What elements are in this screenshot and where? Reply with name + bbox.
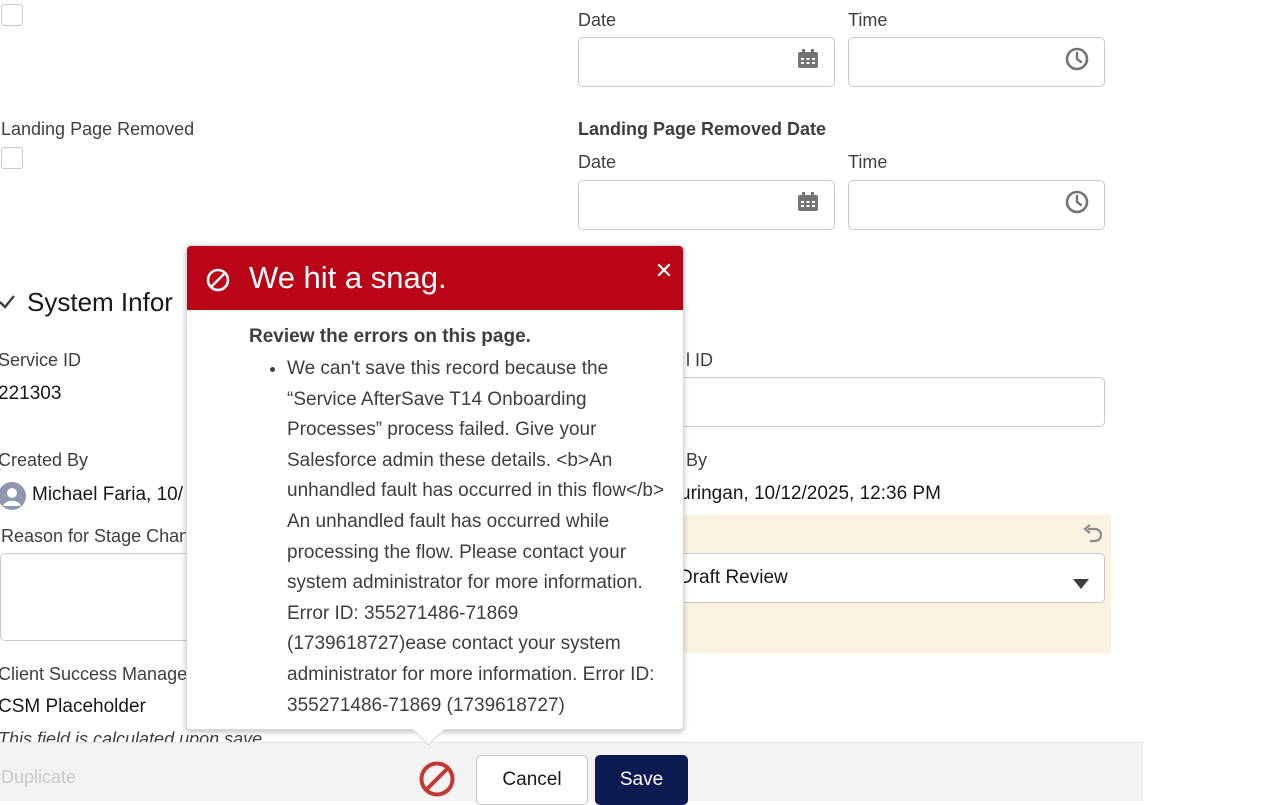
top-date-input[interactable]: [578, 37, 835, 87]
clock-icon[interactable]: [1065, 190, 1089, 220]
landing-page-removed-date-title: Landing Page Removed Date: [578, 119, 827, 139]
calendar-icon[interactable]: [797, 192, 819, 218]
error-popover: We hit a snag. ✕ Review the errors on th…: [186, 245, 684, 746]
error-icon[interactable]: [418, 760, 456, 804]
stage-select[interactable]: Draft Review: [660, 553, 1105, 603]
created-by-value[interactable]: Michael Faria, 10/: [32, 484, 183, 506]
save-button[interactable]: Save: [595, 755, 688, 805]
right-id-label: l ID: [686, 350, 713, 370]
modified-by-value[interactable]: uringan, 10/12/2025, 12:36 PM: [680, 483, 941, 505]
landing-date-label: Date: [578, 152, 617, 172]
error-icon: [205, 267, 231, 299]
csm-label: Client Success Manager: [0, 664, 194, 684]
created-by-label: Created By: [0, 450, 89, 470]
landing-date-input[interactable]: [578, 180, 835, 230]
reason-for-stage-change-textarea[interactable]: [0, 553, 200, 641]
error-popover-title: We hit a snag.: [249, 260, 447, 295]
reason-for-stage-change-label: Reason for Stage Chan: [1, 526, 190, 546]
right-id-input[interactable]: [660, 377, 1105, 427]
top-date-label: Date: [578, 10, 617, 30]
duplicate-label: Duplicate: [1, 767, 77, 787]
error-popover-heading: Review the errors on this page.: [249, 326, 531, 347]
landing-time-label: Time: [848, 152, 888, 172]
close-icon[interactable]: ✕: [653, 260, 675, 282]
cancel-button[interactable]: Cancel: [476, 755, 588, 805]
check-icon[interactable]: [0, 290, 16, 318]
calendar-icon[interactable]: [797, 49, 819, 75]
avatar: [0, 482, 26, 516]
service-id-value: 221303: [0, 383, 62, 404]
section-title-system-information[interactable]: System Infor: [27, 287, 173, 318]
stage-select-value: Draft Review: [679, 567, 788, 588]
top-time-label: Time: [848, 10, 888, 30]
top-checkbox[interactable]: [1, 4, 23, 26]
error-popover-body: Review the errors on this page. We can't…: [249, 326, 669, 721]
service-id-label: Service ID: [0, 350, 82, 370]
error-popover-header: We hit a snag. ✕: [187, 246, 683, 310]
chevron-down-icon[interactable]: [1072, 574, 1090, 596]
landing-time-input[interactable]: [848, 180, 1105, 230]
clock-icon[interactable]: [1065, 47, 1089, 77]
landing-page-removed-checkbox[interactable]: [1, 147, 23, 169]
landing-page-removed-label: Landing Page Removed: [1, 119, 195, 139]
modified-by-label: By: [686, 450, 708, 470]
undo-icon[interactable]: [1082, 523, 1104, 551]
error-list: We can't save this record because the “S…: [249, 354, 669, 721]
error-message: We can't save this record because the “S…: [287, 354, 669, 721]
top-time-input[interactable]: [848, 37, 1105, 87]
csm-value: CSM Placeholder: [0, 696, 146, 717]
